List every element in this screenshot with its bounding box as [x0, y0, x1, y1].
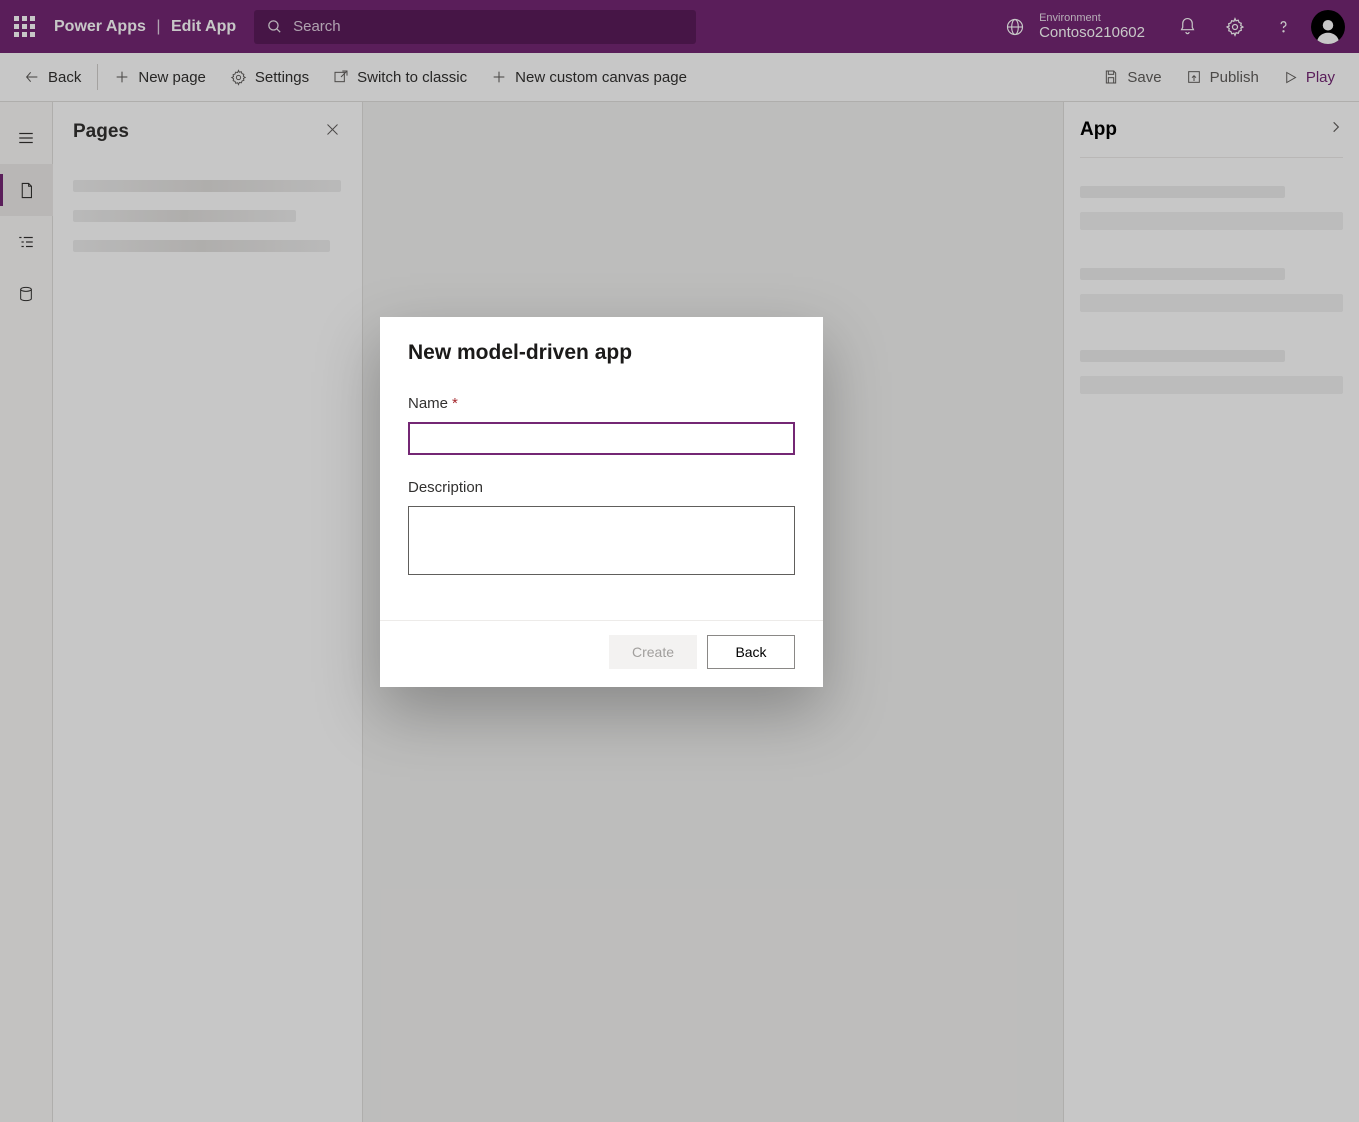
create-button[interactable]: Create [609, 635, 697, 669]
dialog-title: New model-driven app [408, 341, 795, 365]
new-app-dialog: New model-driven app Name* Description C… [380, 317, 823, 687]
dialog-back-button[interactable]: Back [707, 635, 795, 669]
description-field-label: Description [408, 479, 795, 496]
name-field-label: Name* [408, 395, 795, 412]
name-input[interactable] [408, 422, 795, 455]
required-asterisk: * [452, 395, 458, 412]
description-input[interactable] [408, 506, 795, 575]
